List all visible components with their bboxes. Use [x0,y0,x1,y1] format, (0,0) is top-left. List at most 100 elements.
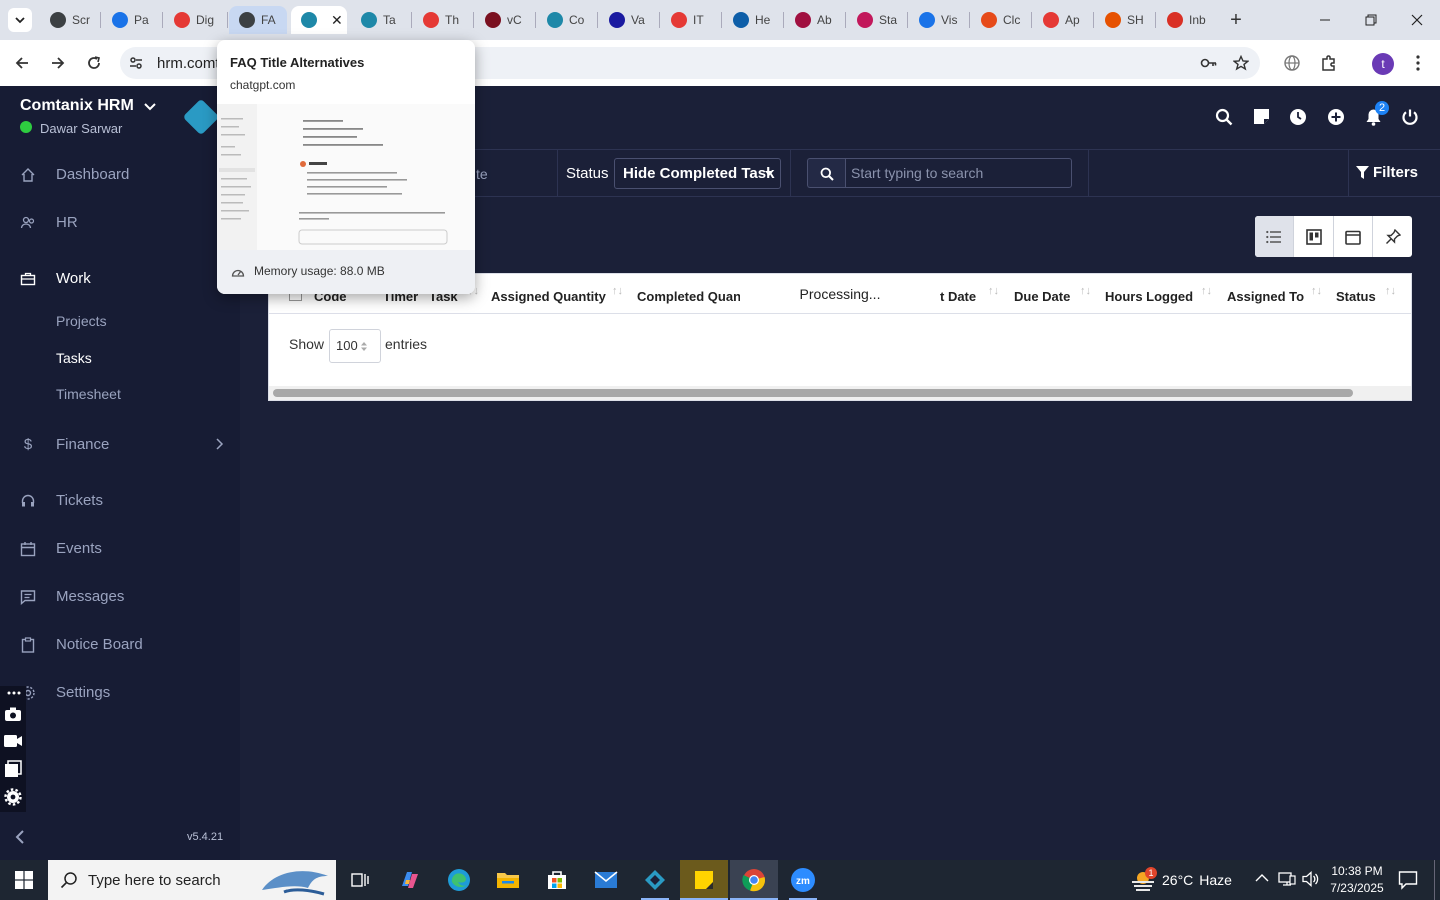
sidebar-item-finance[interactable]: $ Finance [20,436,110,453]
show-hidden-icons-icon[interactable] [1255,873,1269,883]
password-key-icon[interactable] [1200,55,1218,71]
browser-tab[interactable]: IT [661,6,719,34]
camera-icon[interactable] [4,706,22,722]
power-icon[interactable] [1401,108,1419,126]
translate-globe-icon[interactable] [1283,54,1301,72]
browser-tab[interactable]: Scr [40,6,98,34]
more-icon[interactable] [3,688,23,698]
task-view-button[interactable] [336,860,384,900]
list-view-button[interactable] [1255,216,1294,257]
col-header-due-date[interactable]: Due Date [1014,289,1070,304]
sort-icon[interactable]: ↑↓ [1080,285,1091,297]
store-app[interactable] [533,860,581,900]
sidebar-item-tasks[interactable]: Tasks [56,350,92,366]
filters-button[interactable]: Filters [1356,164,1418,181]
col-header-assigned-to[interactable]: Assigned To [1227,289,1304,304]
sort-icon[interactable]: ↑↓ [1311,285,1322,297]
close-tab-icon[interactable]: ✕ [331,12,343,29]
browser-tab[interactable]: Ta [351,6,409,34]
browser-tab[interactable]: Vis [909,6,967,34]
browser-tab[interactable]: Clc [971,6,1029,34]
col-header-completed-quantity[interactable]: Completed Quan [637,289,740,304]
notification-center-icon[interactable] [1398,870,1418,890]
forward-button[interactable] [46,51,70,75]
start-button[interactable] [0,860,48,900]
gallery-icon[interactable] [4,760,22,778]
browser-tab[interactable]: Pa [102,6,160,34]
pinned-view-button[interactable] [1373,216,1412,257]
clock-icon[interactable] [1289,108,1307,126]
copilot-app[interactable] [386,860,434,900]
network-icon[interactable] [1278,871,1296,887]
horizontal-scrollbar[interactable] [269,386,1411,400]
status-filter-select[interactable]: Hide Completed Task [614,158,781,189]
board-view-button[interactable] [1294,216,1334,257]
sort-icon[interactable]: ↑↓ [612,285,623,297]
profile-avatar[interactable]: t [1372,53,1394,75]
search-icon[interactable] [1215,108,1233,126]
mail-app[interactable] [582,860,630,900]
new-tab-button[interactable]: + [1224,8,1248,32]
browser-tab[interactable]: vC [475,6,533,34]
show-desktop-divider[interactable] [1434,860,1435,900]
date-filter-partial[interactable]: te [476,166,488,182]
zoom-app[interactable]: zm [779,860,827,900]
browser-tab[interactable]: Th [413,6,471,34]
site-info-icon[interactable] [128,55,144,71]
browser-tab[interactable]: SH [1095,6,1153,34]
taskbar-search-box[interactable]: Type here to search [48,860,336,900]
brand-name[interactable]: Comtanix HRM [20,97,134,115]
browser-tab[interactable]: Ab [785,6,843,34]
sidebar-item-messages[interactable]: Messages [20,588,124,605]
sidebar-item-tickets[interactable]: Tickets [20,492,103,509]
sidebar-item-timesheet[interactable]: Timesheet [56,386,121,402]
bookmark-star-icon[interactable] [1233,55,1249,71]
hrm-pinned-app[interactable] [631,860,679,900]
browser-tab[interactable]: ✕ [291,6,347,34]
back-button[interactable] [10,51,34,75]
browser-menu-icon[interactable] [1410,54,1426,72]
collapse-sidebar-icon[interactable] [14,830,26,844]
browser-tab[interactable]: He [723,6,781,34]
browser-tab[interactable]: Dig [164,6,224,34]
sidebar-item-events[interactable]: Events [20,540,102,557]
sidebar-item-hr[interactable]: HR [20,214,78,231]
sidebar-item-work[interactable]: Work [20,270,91,287]
col-header-start-date[interactable]: t Date [940,289,980,304]
browser-tab[interactable]: Va [599,6,657,34]
browser-tab[interactable]: Sta [847,6,905,34]
minimize-button[interactable] [1302,0,1348,40]
sidebar-item-projects[interactable]: Projects [56,313,107,329]
browser-tab[interactable]: Ap [1033,6,1091,34]
col-header-hours-logged[interactable]: Hours Logged [1105,289,1193,304]
sort-icon[interactable]: ↑↓ [1385,285,1396,297]
calendar-view-button[interactable] [1334,216,1373,257]
col-header-assigned-quantity[interactable]: Assigned Quantity [491,289,606,304]
browser-tab[interactable]: FA [229,6,287,34]
system-clock[interactable]: 10:38 PM 7/23/2025 [1326,863,1388,897]
sidebar-item-notice-board[interactable]: Notice Board [20,636,143,653]
entries-per-page-select[interactable]: 100 [329,329,381,363]
sort-icon[interactable]: ↑↓ [988,285,999,297]
sidebar-item-dashboard[interactable]: Dashboard [20,166,129,183]
browser-tab[interactable]: Inb [1157,6,1215,34]
add-circle-icon[interactable] [1327,108,1345,126]
chrome-app[interactable] [730,860,778,900]
scrollbar-thumb[interactable] [273,389,1353,397]
volume-icon[interactable] [1302,871,1320,887]
close-window-button[interactable] [1394,0,1440,40]
col-header-status[interactable]: Status [1336,289,1376,304]
restore-button[interactable] [1348,0,1394,40]
extensions-puzzle-icon[interactable] [1320,54,1338,72]
chevron-down-icon[interactable] [144,102,156,112]
task-search-input[interactable]: Start typing to search [845,158,1072,188]
video-icon[interactable] [3,734,23,748]
sticky-note-icon[interactable] [1253,108,1270,125]
tab-search-button[interactable] [8,8,32,32]
sort-icon[interactable]: ↑↓ [1201,285,1212,297]
edge-app[interactable] [435,860,483,900]
file-explorer-app[interactable] [484,860,532,900]
sidebar-item-settings[interactable]: Settings [20,684,110,701]
gear-icon[interactable] [4,788,22,806]
reload-button[interactable] [82,51,106,75]
